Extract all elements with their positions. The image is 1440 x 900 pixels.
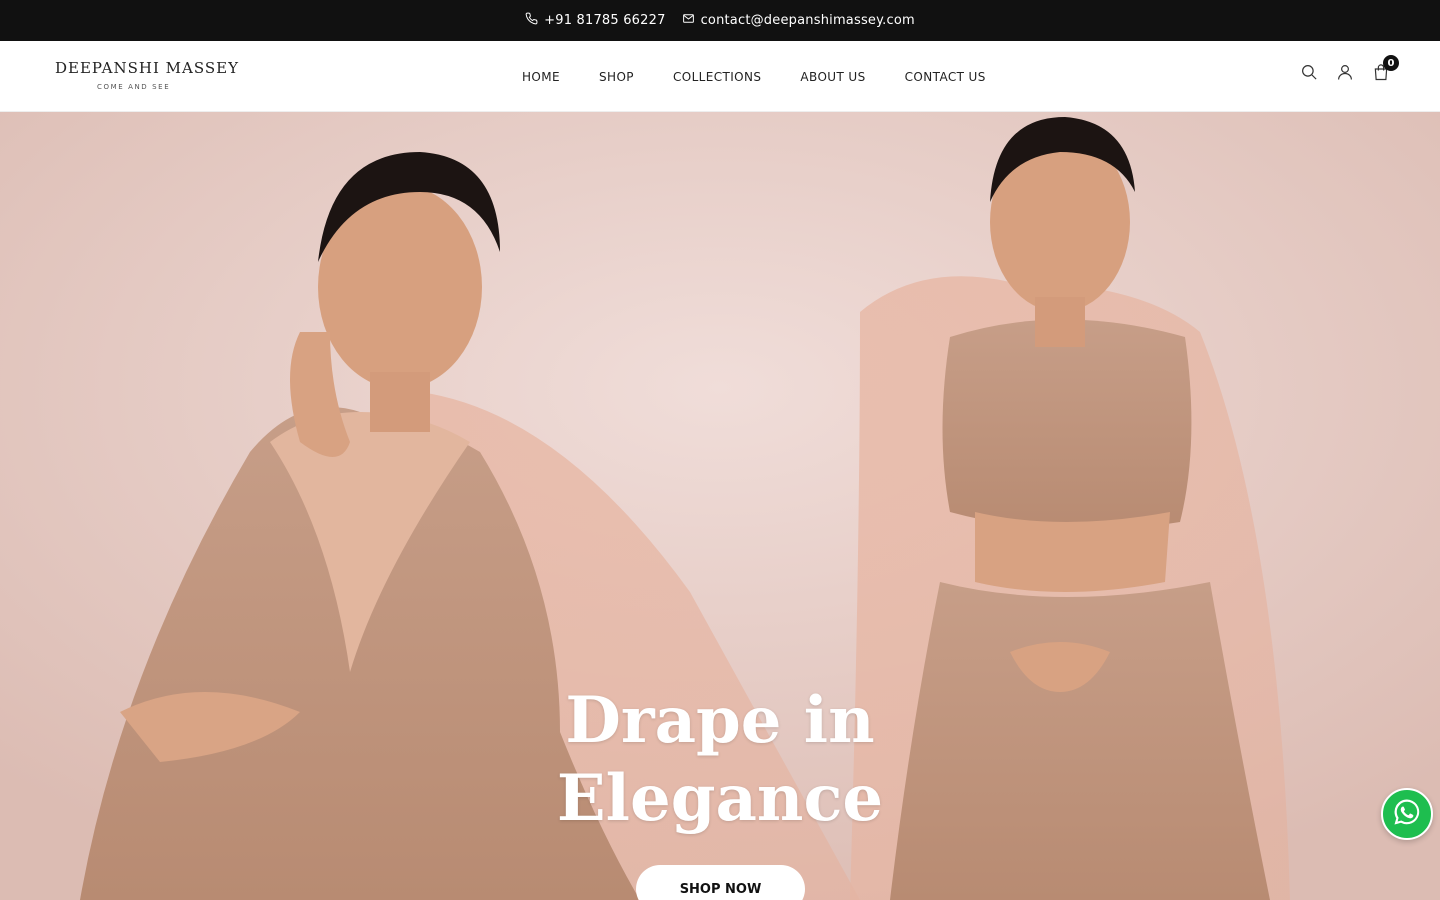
email-link[interactable]: contact@deepanshimassey.com	[682, 12, 915, 29]
nav-about-us[interactable]: ABOUT US	[800, 70, 865, 84]
hero-title-line-1: Drape in	[565, 683, 875, 758]
shop-now-button[interactable]: SHOP NOW	[636, 865, 805, 900]
nav-home[interactable]: HOME	[522, 70, 560, 84]
brand-logo[interactable]: DEEPANSHI MASSEY COME AND SEE	[55, 59, 239, 91]
main-nav: HOME SHOP COLLECTIONS ABOUT US CONTACT U…	[522, 41, 1025, 112]
phone-number: +91 81785 66227	[544, 13, 666, 28]
phone-link[interactable]: +91 81785 66227	[525, 12, 665, 29]
brand-name: DEEPANSHI MASSEY	[55, 59, 239, 77]
nav-contact-us[interactable]: CONTACT US	[905, 70, 986, 84]
user-icon[interactable]	[1336, 63, 1354, 81]
hero-title: Drape in Elegance	[0, 682, 1440, 838]
header-actions: 0	[1300, 55, 1399, 81]
cart-count-badge: 0	[1383, 55, 1399, 71]
site-header: DEEPANSHI MASSEY COME AND SEE HOME SHOP …	[0, 41, 1440, 112]
nav-collections[interactable]: COLLECTIONS	[673, 70, 761, 84]
top-contact-bar: +91 81785 66227 contact@deepanshimassey.…	[0, 0, 1440, 41]
brand-tagline: COME AND SEE	[97, 83, 171, 91]
phone-icon	[525, 12, 538, 29]
bag-icon[interactable]: 0	[1372, 55, 1399, 81]
whatsapp-chat-button[interactable]	[1381, 788, 1433, 840]
whatsapp-icon	[1391, 796, 1423, 832]
hero-title-line-2: Elegance	[556, 761, 884, 836]
nav-shop[interactable]: SHOP	[599, 70, 634, 84]
search-icon[interactable]	[1300, 63, 1318, 81]
mail-icon	[682, 12, 695, 29]
hero-banner: Drape in Elegance SHOP NOW	[0, 112, 1440, 900]
email-address: contact@deepanshimassey.com	[700, 13, 915, 28]
